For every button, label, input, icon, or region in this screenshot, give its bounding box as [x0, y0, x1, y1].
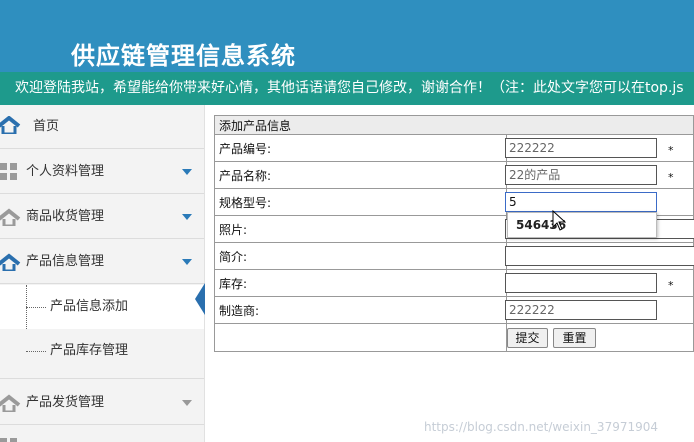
sidebar-item-product-info[interactable]: 产品信息管理 — [0, 240, 204, 284]
required-mark: * — [668, 171, 674, 184]
reset-button[interactable]: 重置 — [553, 328, 596, 348]
grid-icon — [0, 438, 17, 442]
spec-input[interactable]: 5 — [505, 192, 657, 212]
required-mark: * — [668, 144, 674, 157]
mouse-cursor-icon — [552, 210, 566, 231]
sidebar-item-receiving[interactable]: 商品收货管理 — [0, 195, 204, 239]
sidebar-item-label: 产品信息管理 — [26, 254, 105, 269]
watermark-text: https://blog.csdn.net/weixin_37971904 — [424, 420, 659, 434]
app-title: 供应链管理信息系统 — [71, 42, 296, 70]
field-label-intro: 简介: — [214, 242, 507, 270]
field-label-product-no: 产品编号: — [214, 134, 507, 162]
house-icon — [0, 253, 21, 271]
house-icon — [0, 394, 21, 412]
app-header: 供应链管理信息系统 — [0, 0, 694, 72]
product-name-input[interactable]: 22的产品 — [505, 165, 657, 185]
sidebar-subitem-product-stock[interactable]: 产品库存管理 — [0, 329, 204, 379]
field-label-photo: 照片: — [214, 215, 507, 243]
sidebar-item-shipping[interactable]: 产品发货管理 — [0, 381, 204, 425]
submit-button[interactable]: 提交 — [507, 328, 548, 348]
product-no-input[interactable]: 222222 — [505, 138, 657, 158]
chevron-down-icon — [182, 214, 192, 220]
manufacturer-input[interactable]: 222222 — [505, 300, 657, 320]
house-icon — [0, 208, 21, 226]
autocomplete-dropdown[interactable]: 546436 — [507, 212, 657, 238]
field-label-product-name: 产品名称: — [214, 161, 507, 189]
sidebar-item-home[interactable]: 首页 — [0, 105, 204, 149]
sidebar-item-profile[interactable]: 个人资料管理 — [0, 150, 204, 194]
form-heading: 添加产品信息 — [214, 115, 694, 135]
sidebar-subitem-label: 产品库存管理 — [50, 343, 129, 358]
field-label-spec: 规格型号: — [214, 188, 507, 216]
sidebar-subitem-product-add[interactable]: 产品信息添加 — [0, 285, 204, 329]
sidebar-item-label: 商品收货管理 — [26, 209, 105, 224]
chevron-down-icon — [182, 259, 192, 265]
active-item-marker — [195, 283, 205, 315]
sidebar: 首页 个人资料管理 商品收货管理 产品信息管理 产品信息添加 产品库存管理 产品… — [0, 105, 205, 442]
sidebar-item-label: 个人资料管理 — [26, 164, 105, 179]
required-mark: * — [668, 279, 674, 292]
intro-input[interactable] — [505, 246, 694, 266]
home-icon — [0, 116, 21, 134]
field-label-stock: 库存: — [214, 269, 507, 297]
field-label-manufacturer: 制造商: — [214, 296, 507, 324]
marquee-text: 欢迎登陆我站，希望能给你带来好心情，其他话语请您自己修改，谢谢合作！（注：此处文… — [15, 80, 684, 96]
chevron-down-icon — [182, 400, 192, 406]
welcome-marquee: 欢迎登陆我站，希望能给你带来好心情，其他话语请您自己修改，谢谢合作！（注：此处文… — [0, 72, 694, 105]
chevron-down-icon — [182, 169, 192, 175]
sidebar-subitem-label: 产品信息添加 — [50, 299, 129, 314]
sidebar-item-label: 产品发货管理 — [26, 395, 105, 410]
grid-icon — [0, 163, 17, 180]
sidebar-item-label: 首页 — [33, 119, 60, 134]
stock-input[interactable] — [505, 273, 657, 293]
